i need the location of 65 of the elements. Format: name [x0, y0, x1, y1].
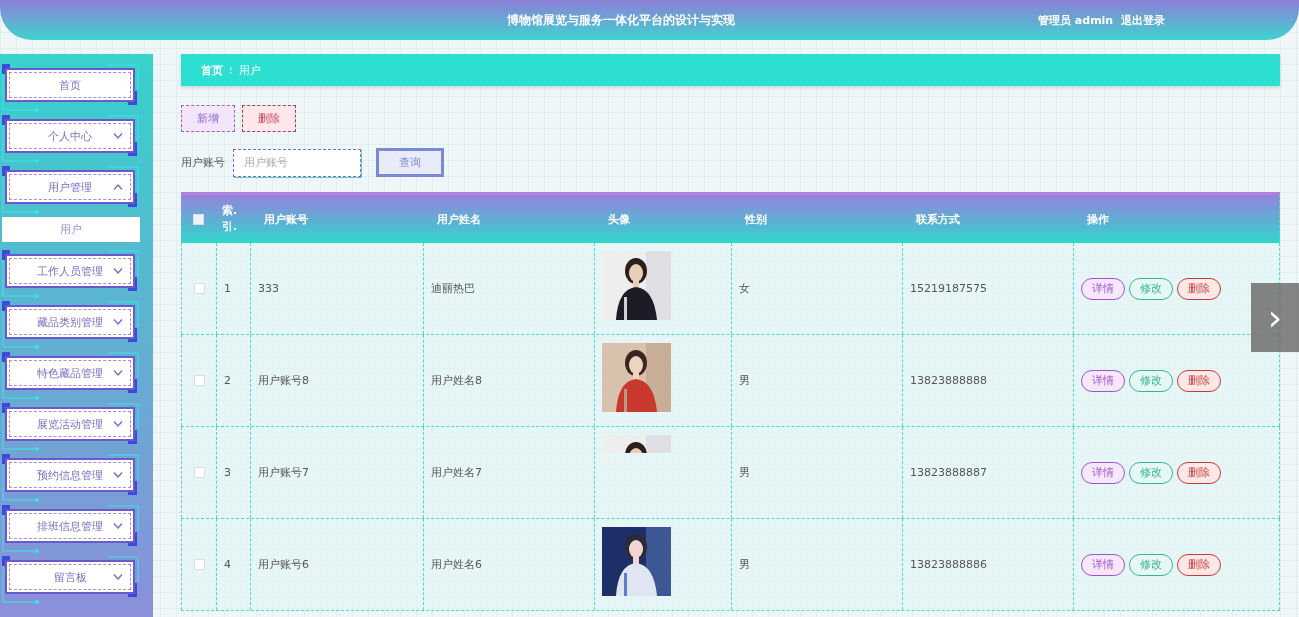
- checkbox[interactable]: [193, 467, 205, 478]
- table-cell: 4: [224, 558, 231, 571]
- table-cell: 用户姓名6: [431, 557, 482, 572]
- menu-item[interactable]: 特色藏品管理: [5, 356, 135, 390]
- menu-item[interactable]: 首页: [5, 68, 135, 102]
- breadcrumb-separator: ⁝: [229, 63, 233, 77]
- column-header: 索.引.: [222, 202, 239, 235]
- menu-item[interactable]: 藏品类别管理: [5, 305, 135, 339]
- delete-button[interactable]: 删除: [1177, 277, 1221, 300]
- menu-item[interactable]: 展览活动管理: [5, 407, 135, 441]
- edit-button[interactable]: 修改: [1129, 369, 1173, 392]
- column-header: 用户姓名: [437, 211, 481, 227]
- column-header: 联系方式: [916, 211, 960, 227]
- checkbox[interactable]: [193, 283, 205, 294]
- detail-button[interactable]: 详情: [1081, 461, 1125, 484]
- checkbox[interactable]: [193, 375, 205, 386]
- table-cell: 3: [224, 466, 231, 479]
- edit-button[interactable]: 修改: [1129, 277, 1173, 300]
- menu-item[interactable]: 工作人员管理: [5, 254, 135, 288]
- site-title: 博物馆展览与服务一体化平台的设计与实现: [507, 11, 735, 29]
- table-cell: 用户账号8: [258, 373, 309, 388]
- table-cell: 333: [258, 282, 279, 295]
- submenu-item[interactable]: 用户: [2, 217, 140, 242]
- table-cell: 13823888886: [910, 558, 987, 571]
- table-cell: 男: [739, 465, 750, 480]
- checkbox[interactable]: [193, 559, 205, 570]
- column-header: 操作: [1087, 211, 1109, 227]
- table-cell: 用户账号6: [258, 557, 309, 572]
- next-button[interactable]: ›: [1251, 283, 1299, 352]
- table-cell: 2: [224, 374, 231, 387]
- column-header: 性别: [745, 211, 767, 227]
- delete-button[interactable]: 删除: [242, 105, 296, 132]
- table-cell: 迪丽热巴: [431, 281, 475, 296]
- edit-button[interactable]: 修改: [1129, 553, 1173, 576]
- delete-button[interactable]: 删除: [1177, 461, 1221, 484]
- query-button[interactable]: 查询: [376, 148, 444, 177]
- add-button[interactable]: 新增: [181, 105, 235, 132]
- table-cell: 男: [739, 373, 750, 388]
- table-cell: 15219187575: [910, 282, 987, 295]
- column-header: 用户账号: [264, 211, 308, 227]
- field-label: 用户账号: [181, 155, 225, 170]
- delete-button[interactable]: 删除: [1177, 369, 1221, 392]
- table-cell: 男: [739, 557, 750, 572]
- checkbox[interactable]: [193, 213, 204, 225]
- table-cell: 用户姓名7: [431, 465, 482, 480]
- delete-button[interactable]: 删除: [1177, 553, 1221, 576]
- table-cell: 13823888887: [910, 466, 987, 479]
- logout-link[interactable]: 退出登录: [1121, 12, 1166, 28]
- edit-button[interactable]: 修改: [1129, 461, 1173, 484]
- column-header: 头像: [608, 211, 630, 227]
- table-cell: 用户姓名8: [431, 373, 482, 388]
- menu-item[interactable]: 留言板: [5, 560, 135, 594]
- detail-button[interactable]: 详情: [1081, 277, 1125, 300]
- table-cell: 13823888888: [910, 374, 987, 387]
- detail-button[interactable]: 详情: [1081, 553, 1125, 576]
- table-cell: 1: [224, 282, 231, 295]
- table-cell: 女: [739, 281, 750, 296]
- search-field[interactable]: 用户账号: [233, 148, 361, 177]
- menu-item[interactable]: 预约信息管理: [5, 458, 135, 492]
- detail-button[interactable]: 详情: [1081, 369, 1125, 392]
- table-cell: 用户账号7: [258, 465, 309, 480]
- menu-item[interactable]: 用户管理: [5, 170, 135, 204]
- menu-item[interactable]: 个人中心: [5, 119, 135, 153]
- menu-item[interactable]: 排班信息管理: [5, 509, 135, 543]
- user-label: 管理员 admin: [1038, 12, 1114, 28]
